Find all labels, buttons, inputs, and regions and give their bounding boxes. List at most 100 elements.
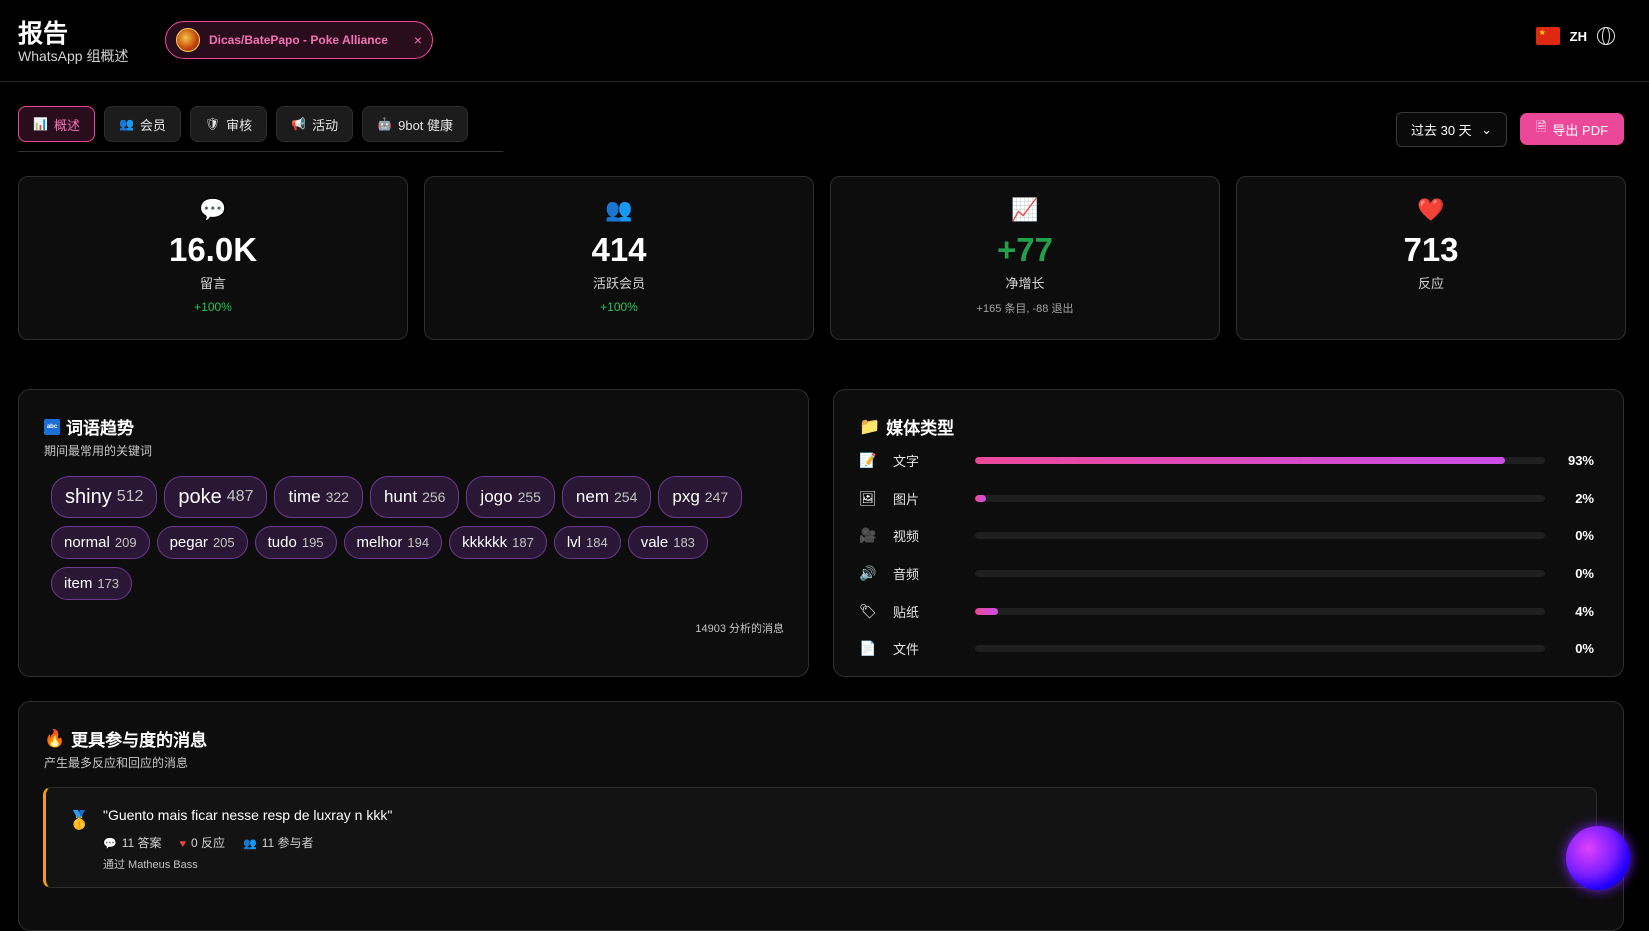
close-icon[interactable]: × — [414, 32, 422, 48]
progress-bar — [975, 607, 1545, 615]
word-tag[interactable]: normal 209 — [51, 526, 150, 559]
stat-value: 16.0K — [168, 231, 258, 268]
word-tag[interactable]: hunt 256 — [369, 476, 460, 518]
media-label: 图片 — [893, 491, 920, 507]
stat-detail: +165 条目, -88 退出 — [976, 303, 1074, 315]
tab-label: 会员 — [139, 117, 166, 133]
card-subtitle: 产生最多反应和回应的消息 — [44, 756, 189, 770]
media-row-document: 📄 文件 0% — [859, 630, 1594, 668]
tab-label: 9bot 健康 — [398, 117, 454, 133]
word-tag[interactable]: lvl 184 — [553, 526, 621, 559]
globe-icon[interactable] — [1597, 27, 1615, 45]
stat-card-reactions: ❤️ 713 反应 — [1236, 176, 1626, 340]
file-icon: 🗎 — [1535, 119, 1547, 134]
word-tag[interactable]: poke 487 — [164, 476, 268, 518]
group-name: Dicas/BatePapo - Poke Alliance — [209, 33, 388, 47]
tab-activity[interactable]: 📢 活动 — [276, 106, 354, 142]
progress-bar-fill — [975, 457, 1506, 465]
word-tag[interactable]: tudo 195 — [254, 526, 337, 559]
chevron-down-icon: ⌄ — [1481, 121, 1492, 137]
users-icon: 👥 — [605, 197, 633, 222]
media-label: 文字 — [893, 454, 920, 470]
stat-value: 414 — [591, 231, 647, 268]
language-switcher[interactable]: ZH — [1535, 27, 1615, 45]
tab-moderation[interactable]: 🛡 审核 — [189, 106, 268, 142]
fire-icon: 🔥 — [44, 728, 66, 748]
media-percent: 0% — [1575, 528, 1594, 544]
page-title: 报告 — [18, 20, 69, 48]
progress-bar — [975, 570, 1545, 578]
tab-members[interactable]: 👥 会员 — [103, 106, 181, 142]
stat-value: 713 — [1403, 231, 1459, 268]
media-label: 音频 — [893, 567, 920, 583]
word-tag[interactable]: shiny 512 — [51, 476, 158, 518]
word-tag[interactable]: nem 254 — [561, 476, 652, 518]
trending-up-icon: 📈 — [1011, 197, 1039, 222]
progress-bar-fill — [975, 607, 998, 615]
page-subtitle: WhatsApp 组概述 — [18, 48, 129, 64]
robot-icon: 🤖 — [377, 117, 393, 131]
top-message-item[interactable]: 🥇 "Guento mais ficar nesse resp de luxra… — [43, 787, 1597, 888]
card-subtitle: 期间最常用的关键词 — [44, 444, 153, 458]
message-author: 通过 Matheus Bass — [103, 859, 198, 871]
tab-label: 活动 — [312, 117, 339, 133]
word-tag[interactable]: vale 183 — [627, 526, 708, 559]
progress-bar — [975, 494, 1545, 502]
group-avatar — [176, 28, 200, 52]
word-tag[interactable]: pxg 247 — [658, 476, 743, 518]
media-type-list: 📝 文字 93% 🖼 图片 2% 🎥 视频 0% 🔊 音频 0% 🏷 贴纸 4% 📄 文件 0% — [859, 442, 1594, 668]
china-flag-icon — [1535, 27, 1560, 45]
word-tag[interactable]: pegar 205 — [156, 526, 248, 559]
card-title: 📁 媒体类型 — [859, 414, 954, 439]
assistant-orb-button[interactable] — [1566, 826, 1630, 890]
engaged-messages-card: 🔥 更具参与度的消息 产生最多反应和回应的消息 🥇 "Guento mais f… — [18, 701, 1624, 931]
shield-icon: 🛡 — [204, 117, 221, 131]
users-icon: 👥 — [243, 838, 257, 850]
tab-bot-health[interactable]: 🤖 9bot 健康 — [362, 106, 469, 142]
tab-overview[interactable]: 📊 概述 — [18, 106, 95, 142]
folder-icon: 📁 — [859, 416, 881, 436]
media-row-sticker: 🏷 贴纸 4% — [859, 592, 1594, 630]
megaphone-icon: 📢 — [291, 117, 307, 131]
top-header: 报告 WhatsApp 组概述 Dicas/BatePapo - Poke Al… — [0, 0, 1649, 82]
date-range-select[interactable]: 过去 30 天 ⌄ — [1396, 112, 1507, 147]
speech-bubble-icon: 💬 — [199, 197, 227, 222]
replies-count: 💬 11 答案 — [103, 836, 162, 850]
speech-bubble-icon: 💬 — [103, 838, 117, 850]
progress-bar — [975, 645, 1545, 653]
tab-label: 概述 — [53, 117, 80, 133]
video-camera-icon: 🎥 — [859, 527, 877, 544]
word-tag[interactable]: time 322 — [274, 476, 363, 518]
report-tabs: 📊 概述 👥 会员 🛡 审核 📢 活动 🤖 9bot 健康 — [18, 106, 503, 152]
word-tag[interactable]: kkkkkk 187 — [449, 526, 547, 559]
medal-icon: 🥇 — [68, 810, 91, 830]
language-code[interactable]: ZH — [1570, 29, 1587, 44]
media-label: 视频 — [893, 529, 920, 545]
analyzed-count: 14903 分析的消息 — [695, 623, 784, 635]
export-pdf-button[interactable]: 🗎 导出 PDF — [1520, 113, 1624, 145]
stat-label: 活跃会员 — [592, 276, 645, 291]
message-meta: 💬 11 答案 ♥ 0 反应 👥 11 参与者 — [103, 834, 314, 851]
word-tag[interactable]: jogo 255 — [466, 476, 555, 518]
media-percent: 0% — [1575, 641, 1594, 657]
word-tag[interactable]: melhor 194 — [343, 526, 443, 559]
memo-icon: 📝 — [859, 452, 877, 469]
progress-bar — [975, 532, 1545, 540]
group-selector[interactable]: Dicas/BatePapo - Poke Alliance × — [165, 21, 433, 59]
word-tag[interactable]: item 173 — [51, 567, 133, 600]
word-trends-title: 词语趋势 — [66, 419, 134, 438]
card-title: 🔥 更具参与度的消息 — [44, 726, 207, 751]
heart-icon: ❤️ — [1417, 197, 1445, 222]
card-title: abc 词语趋势 — [44, 414, 134, 439]
media-types-title: 媒体类型 — [886, 419, 955, 438]
media-percent: 2% — [1575, 490, 1594, 506]
stat-change: +100% — [194, 300, 232, 314]
progress-bar — [975, 457, 1545, 465]
stat-label: 留言 — [199, 276, 226, 291]
stat-label: 净增长 — [1005, 276, 1045, 291]
participants-count: 👥 11 参与者 — [243, 836, 314, 850]
media-label: 贴纸 — [893, 604, 920, 620]
media-label: 文件 — [893, 642, 920, 658]
media-row-text: 📝 文字 93% — [859, 442, 1594, 480]
progress-bar-fill — [975, 494, 987, 502]
